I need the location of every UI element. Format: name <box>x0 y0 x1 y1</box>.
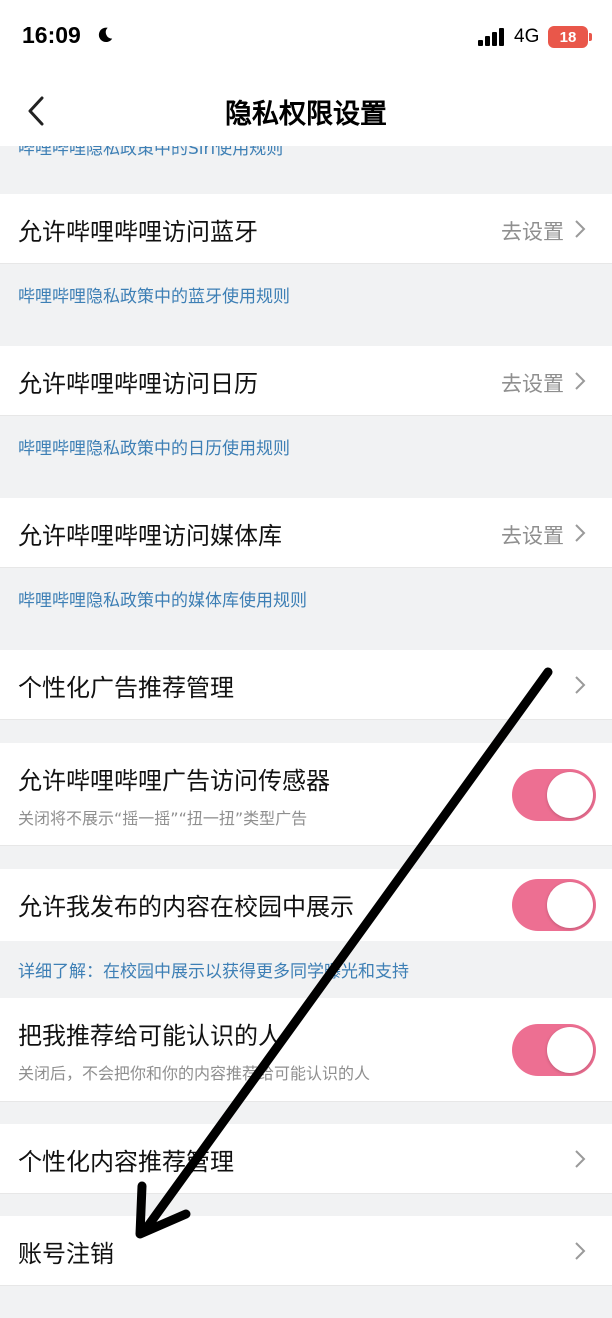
ad-sensor-toggle[interactable] <box>512 769 596 821</box>
row-title: 允许哔哩哔哩访问日历 <box>18 370 258 398</box>
row-title: 账号注销 <box>18 1240 114 1268</box>
moon-icon <box>98 27 113 43</box>
campus-display-toggle[interactable] <box>512 879 596 931</box>
cellular-signal-icon <box>478 28 504 46</box>
chevron-right-icon <box>575 1150 586 1168</box>
media-library-permission-row[interactable]: 允许哔哩哔哩访问媒体库 去设置 <box>0 498 612 568</box>
chevron-right-icon <box>575 1242 586 1260</box>
bluetooth-policy-link[interactable]: 哔哩哔哩隐私政策中的蓝牙使用规则 <box>18 282 290 307</box>
toggle-knob <box>547 1027 593 1073</box>
page-title: 隐私权限设置 <box>225 99 387 130</box>
row-title: 允许哔哩哔哩访问蓝牙 <box>18 218 258 246</box>
go-settings-label: 去设置 <box>501 524 564 548</box>
calendar-permission-row[interactable]: 允许哔哩哔哩访问日历 去设置 <box>0 346 612 416</box>
status-time: 16:09 <box>22 22 81 48</box>
row-subtitle: 关闭后，不会把你和你的内容推荐给可能认识的人 <box>18 1064 371 1083</box>
calendar-policy-link[interactable]: 哔哩哔哩隐私政策中的日历使用规则 <box>18 434 290 459</box>
chevron-right-icon <box>575 524 586 542</box>
go-settings-label: 去设置 <box>501 220 564 244</box>
bluetooth-permission-row[interactable]: 允许哔哩哔哩访问蓝牙 去设置 <box>0 194 612 264</box>
go-settings-label: 去设置 <box>501 372 564 396</box>
media-library-policy-link[interactable]: 哔哩哔哩隐私政策中的媒体库使用规则 <box>18 586 307 611</box>
recommend-to-contacts-toggle[interactable] <box>512 1024 596 1076</box>
row-title: 允许我发布的内容在校园中展示 <box>18 893 354 921</box>
row-title: 允许哔哩哔哩广告访问传感器 <box>18 767 330 795</box>
campus-learn-more-link[interactable]: 详细了解：在校园中展示以获得更多同学曝光和支持 <box>18 957 409 982</box>
row-subtitle: 关闭将不展示“摇一摇”“扭一扭”类型广告 <box>18 809 308 828</box>
partial-policy-link[interactable]: 哔哩哔哩隐私政策中的Siri使用规则 <box>0 146 612 156</box>
row-title: 允许哔哩哔哩访问媒体库 <box>18 522 282 550</box>
account-cancellation-row[interactable]: 账号注销 <box>0 1216 612 1286</box>
network-type: 4G <box>514 26 540 47</box>
toggle-knob <box>547 772 593 818</box>
nav-bar: 隐私权限设置 <box>0 74 612 146</box>
toggle-knob <box>547 882 593 928</box>
battery-level: 18 <box>559 28 577 46</box>
recommend-to-contacts-row: 把我推荐给可能认识的人 关闭后，不会把你和你的内容推荐给可能认识的人 <box>0 998 612 1102</box>
ad-recommendation-row[interactable]: 个性化广告推荐管理 <box>0 650 612 720</box>
chevron-right-icon <box>575 220 586 238</box>
row-title: 个性化内容推荐管理 <box>18 1148 234 1176</box>
ad-sensor-row: 允许哔哩哔哩广告访问传感器 关闭将不展示“摇一摇”“扭一扭”类型广告 <box>0 743 612 846</box>
row-title: 把我推荐给可能认识的人 <box>18 1022 282 1050</box>
battery-tip <box>589 33 592 41</box>
status-bar: 16:09 4G 18 <box>0 0 612 74</box>
battery-icon: 18 <box>548 26 588 48</box>
chevron-right-icon <box>575 372 586 390</box>
chevron-right-icon <box>575 676 586 694</box>
content-recommendation-row[interactable]: 个性化内容推荐管理 <box>0 1124 612 1194</box>
campus-display-row: 允许我发布的内容在校园中展示 <box>0 869 612 941</box>
row-title: 个性化广告推荐管理 <box>18 674 234 702</box>
